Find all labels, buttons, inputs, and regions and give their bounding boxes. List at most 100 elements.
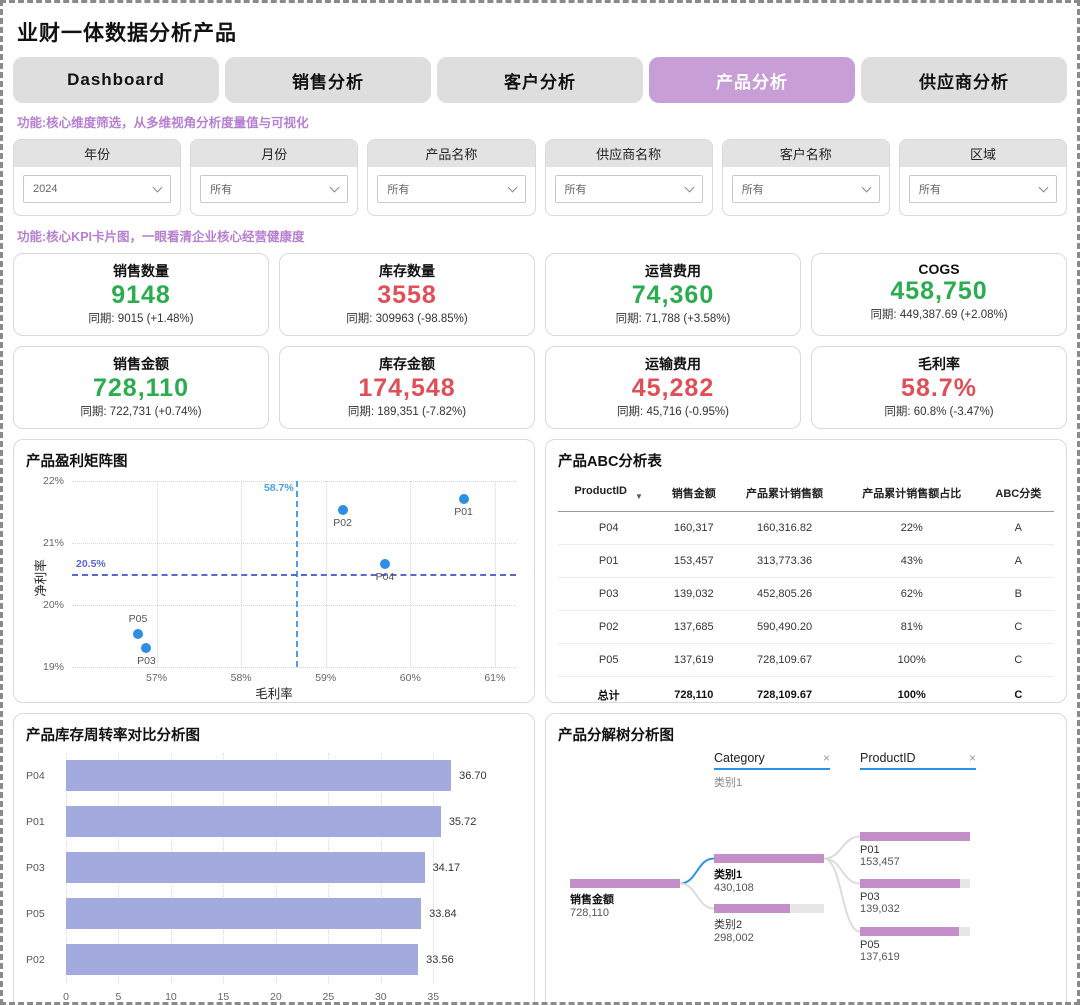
bar-category-label: P03: [26, 861, 45, 874]
table-cell: 22%: [840, 511, 983, 545]
tree-node-cat2[interactable]: 类别2 298,002: [714, 903, 824, 944]
kpi-value: 9148: [111, 281, 171, 309]
table-row[interactable]: P01 153,457 313,773.36 43% A: [558, 544, 1054, 578]
tab-customer-analysis[interactable]: 客户分析: [437, 57, 643, 103]
table-row[interactable]: P04 160,317 160,316.82 22% A: [558, 511, 1054, 545]
reference-line-horizontal: [72, 573, 516, 576]
filter-selected-value: 2024: [33, 183, 58, 195]
kpi-title: 库存数量: [379, 263, 435, 279]
column-header[interactable]: 产品累计销售额占比: [840, 476, 983, 512]
table-cell: P01: [558, 544, 660, 578]
tree-node-p01[interactable]: P01 153,457: [860, 831, 970, 868]
table-total-row: 总计 728,110 728,109.67 100% C: [558, 675, 1054, 713]
filter-product-name-select[interactable]: 所有: [377, 175, 526, 203]
tree-node-value: 139,032: [860, 902, 900, 915]
chart-title: 产品ABC分析表: [558, 453, 662, 470]
gridline: [72, 542, 516, 544]
table-cell: C: [982, 643, 1054, 677]
table-cell: 100%: [840, 675, 983, 713]
tab-sales-analysis[interactable]: 销售分析: [225, 57, 431, 103]
table-cell: 728,110: [659, 675, 729, 713]
bar-p02[interactable]: [66, 944, 419, 975]
column-header[interactable]: 产品累计销售额: [728, 476, 841, 512]
tab-product-analysis[interactable]: 产品分析: [649, 57, 855, 103]
filter-region: 区域 所有: [898, 139, 1068, 216]
bar-category-label: P01: [26, 815, 45, 828]
scatter-point-p05[interactable]: [132, 629, 143, 640]
tree-level-header-category: Category × 类别1: [714, 751, 830, 790]
column-header[interactable]: ABC分类: [982, 476, 1054, 512]
filter-label: 年份: [14, 140, 181, 167]
table-row[interactable]: P05 137,619 728,109.67 100% C: [558, 643, 1054, 677]
close-icon[interactable]: ×: [969, 752, 976, 764]
reference-line-label: 58.7%: [263, 481, 294, 494]
kpi-same-period: 同期: 60.8% (-3.47%): [884, 405, 994, 418]
scatter-point-p02[interactable]: [337, 505, 348, 516]
table-cell: 81%: [840, 610, 983, 644]
table-cell: P02: [558, 610, 660, 644]
tree-node-value: 153,457: [860, 855, 900, 868]
tree-node-root[interactable]: 销售金额 728,110: [570, 878, 680, 919]
kpi-value: 58.7%: [901, 373, 977, 402]
filter-month-select[interactable]: 所有: [200, 175, 349, 203]
y-tick-label: 21%: [42, 536, 64, 549]
scatter-point-p01[interactable]: [458, 494, 469, 505]
filter-customer-name-select[interactable]: 所有: [731, 175, 880, 203]
x-tick-label: 15: [217, 990, 230, 1003]
bar-row-p04: P04 36.70: [26, 759, 522, 793]
scatter-point-p04[interactable]: [379, 559, 390, 570]
kpi-same-period: 同期: 9015 (+1.48%): [88, 312, 194, 325]
tree-node-p03[interactable]: P03 139,032: [860, 878, 970, 915]
tree-node-label: P01: [860, 843, 880, 856]
table-cell: 139,032: [659, 577, 729, 611]
tree-node-value: 298,002: [714, 931, 754, 944]
bar-p01[interactable]: [66, 806, 441, 837]
table-cell: A: [982, 511, 1054, 545]
table-row[interactable]: P02 137,685 590,490.20 81% C: [558, 610, 1054, 644]
y-axis-title: 净利率: [34, 559, 48, 598]
chart-title: 产品盈利矩阵图: [26, 453, 128, 470]
charts-grid: 产品盈利矩阵图 净利率 19% 20% 21% 22% 57% 58% 59% 60% 61% 5…: [13, 438, 1067, 1003]
table-cell: P03: [558, 577, 660, 611]
filter-year-select[interactable]: 2024: [23, 175, 172, 203]
bar-p03[interactable]: [66, 852, 425, 883]
filter-selected-value: 所有: [210, 184, 233, 196]
sort-descending-icon: ▼: [634, 491, 643, 501]
close-icon[interactable]: ×: [823, 752, 830, 764]
tree-node-p05[interactable]: P05 137,619: [860, 926, 970, 963]
table-cell: 160,316.82: [728, 511, 841, 545]
kpi-same-period: 同期: 45,716 (-0.95%): [617, 405, 729, 418]
table-cell: 137,685: [659, 610, 729, 644]
table-cell: 100%: [840, 643, 983, 677]
bar-value-label: 33.56: [426, 953, 454, 966]
scatter-point-p03[interactable]: [141, 642, 152, 653]
y-tick-label: 22%: [42, 474, 64, 487]
table-cell: 62%: [840, 577, 983, 611]
kpi-grid: 销售数量 9148 同期: 9015 (+1.48%) 库存数量 3558 同期: 309…: [13, 253, 1067, 429]
table-row[interactable]: P03 139,032 452,805.26 62% B: [558, 577, 1054, 611]
bar-p05[interactable]: [66, 898, 422, 929]
bar-row-p05: P05 33.84: [26, 897, 522, 931]
profit-matrix-card: 产品盈利矩阵图 净利率 19% 20% 21% 22% 57% 58% 59% 60% 61% 5…: [13, 438, 535, 703]
kpi-note: 功能:核心KPI卡片图，一眼看清企业核心经营健康度: [17, 230, 305, 244]
tab-dashboard[interactable]: Dashboard: [13, 57, 219, 103]
tab-supplier-analysis[interactable]: 供应商分析: [861, 57, 1067, 103]
x-tick-label: 5: [115, 990, 122, 1003]
x-tick-label: 35: [427, 990, 440, 1003]
kpi-value: 45,282: [631, 373, 715, 402]
table-cell: 728,109.67: [728, 643, 841, 677]
filter-supplier-name-select[interactable]: 所有: [554, 175, 703, 203]
kpi-card-sales-qty: 销售数量 9148 同期: 9015 (+1.48%): [13, 253, 269, 336]
filter-customer-name: 客户名称 所有: [721, 139, 890, 216]
kpi-value: 174,548: [358, 373, 456, 402]
tree-node-cat1[interactable]: 类别1 430,108: [714, 853, 824, 894]
scatter-plot-area: 19% 20% 21% 22% 57% 58% 59% 60% 61% 58.7% 20.5% P01…: [43, 475, 516, 684]
column-header[interactable]: ProductID ▼: [558, 476, 660, 512]
column-header[interactable]: 销售金额: [659, 476, 729, 512]
bar-p04[interactable]: [66, 760, 452, 791]
kpi-card-sales-amount: 销售金额 728,110 同期: 722,731 (+0.74%): [13, 345, 269, 429]
kpi-value: 74,360: [631, 281, 715, 309]
filter-label: 供应商名称: [545, 140, 712, 167]
filter-product-name: 产品名称 所有: [367, 139, 536, 216]
filter-region-select[interactable]: 所有: [908, 175, 1058, 203]
